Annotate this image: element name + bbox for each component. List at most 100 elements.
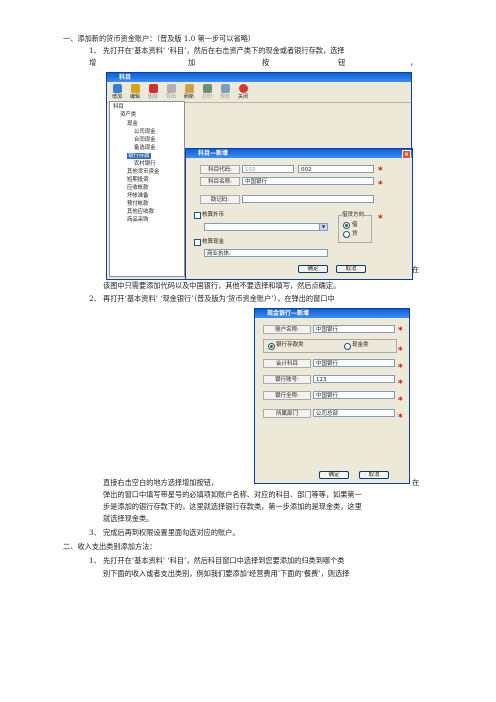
required-star: * <box>378 214 383 224</box>
add-icon <box>112 84 122 93</box>
subject-select[interactable]: 中国银行 <box>313 359 395 367</box>
para-line: 就选择现金类。 <box>103 514 154 523</box>
debit-label: 借 <box>352 222 358 228</box>
memo-field[interactable] <box>242 195 374 203</box>
tree-item[interactable]: 公司现金 <box>134 129 156 135</box>
heading-2: 二、收入支出类别添加方法： <box>63 542 157 551</box>
name-label: 科目名称: <box>200 177 240 186</box>
bank-full-name-label: 银行全称: <box>263 391 311 400</box>
dialog-title: 现金银行—新增 <box>267 310 310 317</box>
tree-item[interactable]: 短期投资 <box>127 177 149 183</box>
bank-type-label: 银行存款类 <box>276 342 304 348</box>
bank-full-name-field[interactable]: 中国银行 <box>313 391 395 399</box>
toolbar: 增加 编辑 删除 导出 刷新 打印 预览 关闭 <box>107 82 411 103</box>
tree-item[interactable]: 农村银行 <box>134 161 156 167</box>
window-title: 科目 <box>119 74 132 81</box>
export-button[interactable]: 导出 <box>163 84 179 100</box>
required-star: * <box>378 180 383 190</box>
required-star: * <box>398 346 403 356</box>
code-label: 科目代码: <box>200 165 240 174</box>
close-icon[interactable]: × <box>402 150 411 159</box>
foreign-currency-label: 核算外币 <box>202 212 225 218</box>
subject-tree[interactable]: 科目 资产类 现金 公司现金 合同现金 备选现金 银行存款 农村银行 其他货币资… <box>109 101 185 277</box>
print-icon <box>202 84 212 93</box>
credit-radio[interactable] <box>343 231 350 238</box>
ok-button[interactable]: 确定 <box>298 265 328 273</box>
spaced-word-1: 增 <box>89 58 97 67</box>
direction-title: 借贷方向 <box>342 211 365 220</box>
cancel-button[interactable]: 取消 <box>336 265 366 273</box>
subject-label: 会计科目 <box>263 359 311 368</box>
subject-window: 科目 增加 编辑 删除 导出 刷新 打印 预览 关闭 科目 资产类 现金 公司现… <box>106 72 413 280</box>
para-line: 该图中只需要添加代码以及中国银行，其他不要选择和填写，然后点确定。 <box>103 281 341 290</box>
required-star: * <box>398 413 403 423</box>
tree-item[interactable]: 现金 <box>127 121 138 127</box>
cash-checkbox[interactable] <box>194 239 201 246</box>
account-name-field[interactable]: 中国银行 <box>313 325 395 333</box>
category-select[interactable]: 商业执体: <box>204 249 328 257</box>
tree-item[interactable]: 应收帐款 <box>127 185 149 191</box>
tree-item-selected[interactable]: 银行存款 <box>127 153 151 159</box>
bank-account-field[interactable]: 123 <box>313 375 395 383</box>
tree-item[interactable]: 其他应收款 <box>127 209 154 215</box>
tree-item[interactable]: 商品采购 <box>127 217 149 223</box>
cash-label: 核算现金 <box>202 239 225 245</box>
tree-item[interactable]: 预付帐款 <box>127 201 149 207</box>
refresh-button[interactable]: 刷新 <box>181 84 197 100</box>
continue-text: 在 <box>412 478 420 487</box>
account-name-label: 账户名称: <box>263 325 311 334</box>
tree-item[interactable]: 合同现金 <box>134 137 156 143</box>
account-type-group: 银行存款类 现金类 <box>263 339 397 353</box>
required-star: * <box>398 379 403 389</box>
refresh-icon <box>184 84 194 93</box>
close-button[interactable]: 关闭 <box>235 84 251 100</box>
spaced-word-2: 加 <box>188 58 196 67</box>
dialog-titlebar: 现金银行—新增 <box>255 309 409 318</box>
required-star: * <box>398 396 403 406</box>
print-button[interactable]: 打印 <box>199 84 215 100</box>
foreign-currency-checkbox[interactable] <box>194 212 201 219</box>
tree-item[interactable]: 科目 <box>113 104 124 110</box>
refresh-label: 刷新 <box>183 94 194 100</box>
ok-button[interactable]: 确定 <box>319 471 349 479</box>
tree-item[interactable]: 坏帐准备 <box>127 193 149 199</box>
para-line: 弹出的窗口中填写带星号的必填项如账户名称、对应的科目、部门等等，如果第一 <box>103 490 362 499</box>
continue-text: 在 <box>412 265 420 274</box>
bank-type-radio[interactable] <box>268 343 275 350</box>
preview-button[interactable]: 预览 <box>217 84 233 100</box>
credit-label: 贷 <box>352 231 358 237</box>
tree-item[interactable]: 备选现金 <box>134 145 156 151</box>
required-star: * <box>398 363 403 373</box>
delete-button[interactable]: 删除 <box>145 84 161 100</box>
para-line: 别下面的收入或者支出类别，例如我们要添加‘经营费用’下面的‘餐费’，则选择 <box>103 569 350 578</box>
cash-type-label: 现金类 <box>352 342 369 348</box>
cash-bank-dialog: 现金银行—新增 账户名称: 中国银行 * 银行存款类 现金类 * 会计科目 中国… <box>254 308 410 484</box>
code-prefix-field[interactable]: 102 <box>242 165 294 173</box>
tree-item[interactable]: 资产类 <box>120 112 136 118</box>
export-icon <box>166 84 176 93</box>
department-label: 所属部门 <box>263 409 311 418</box>
step-3-line: 3、 完成后再到权限设置里面勾选对应的账户。 <box>89 528 240 537</box>
edit-button[interactable]: 编辑 <box>127 84 143 100</box>
memo-label: 助记码: <box>200 195 240 204</box>
preview-icon <box>220 84 230 93</box>
edit-label: 编辑 <box>129 94 140 100</box>
export-label: 导出 <box>165 94 176 100</box>
currency-select[interactable]: ▼ <box>204 223 328 231</box>
direction-group: 借贷方向 借 贷 <box>338 211 372 243</box>
department-select[interactable]: 公司总部 <box>313 409 395 417</box>
spaced-word-3: 按 <box>262 58 270 67</box>
bank-account-label: 银行账号: <box>263 375 311 384</box>
chevron-down-icon[interactable]: ▼ <box>319 224 327 230</box>
tree-item[interactable]: 其他货币资金 <box>127 169 159 175</box>
dialog-title: 科目—新增 <box>198 150 229 157</box>
add-button[interactable]: 增加 <box>109 84 125 100</box>
name-field[interactable]: 中国银行 <box>242 177 374 185</box>
cancel-button[interactable]: 取消 <box>359 471 389 479</box>
cash-type-radio[interactable] <box>344 343 351 350</box>
step-1-line: 1、 先打开在‘基本资料’ ‘科目’，然后在右击资产类下的现金或者银行存款，选择 <box>89 46 345 55</box>
code-field[interactable]: 002 <box>298 165 374 173</box>
print-label: 打印 <box>201 94 212 100</box>
debit-radio[interactable] <box>343 222 350 229</box>
delete-icon <box>148 84 158 93</box>
